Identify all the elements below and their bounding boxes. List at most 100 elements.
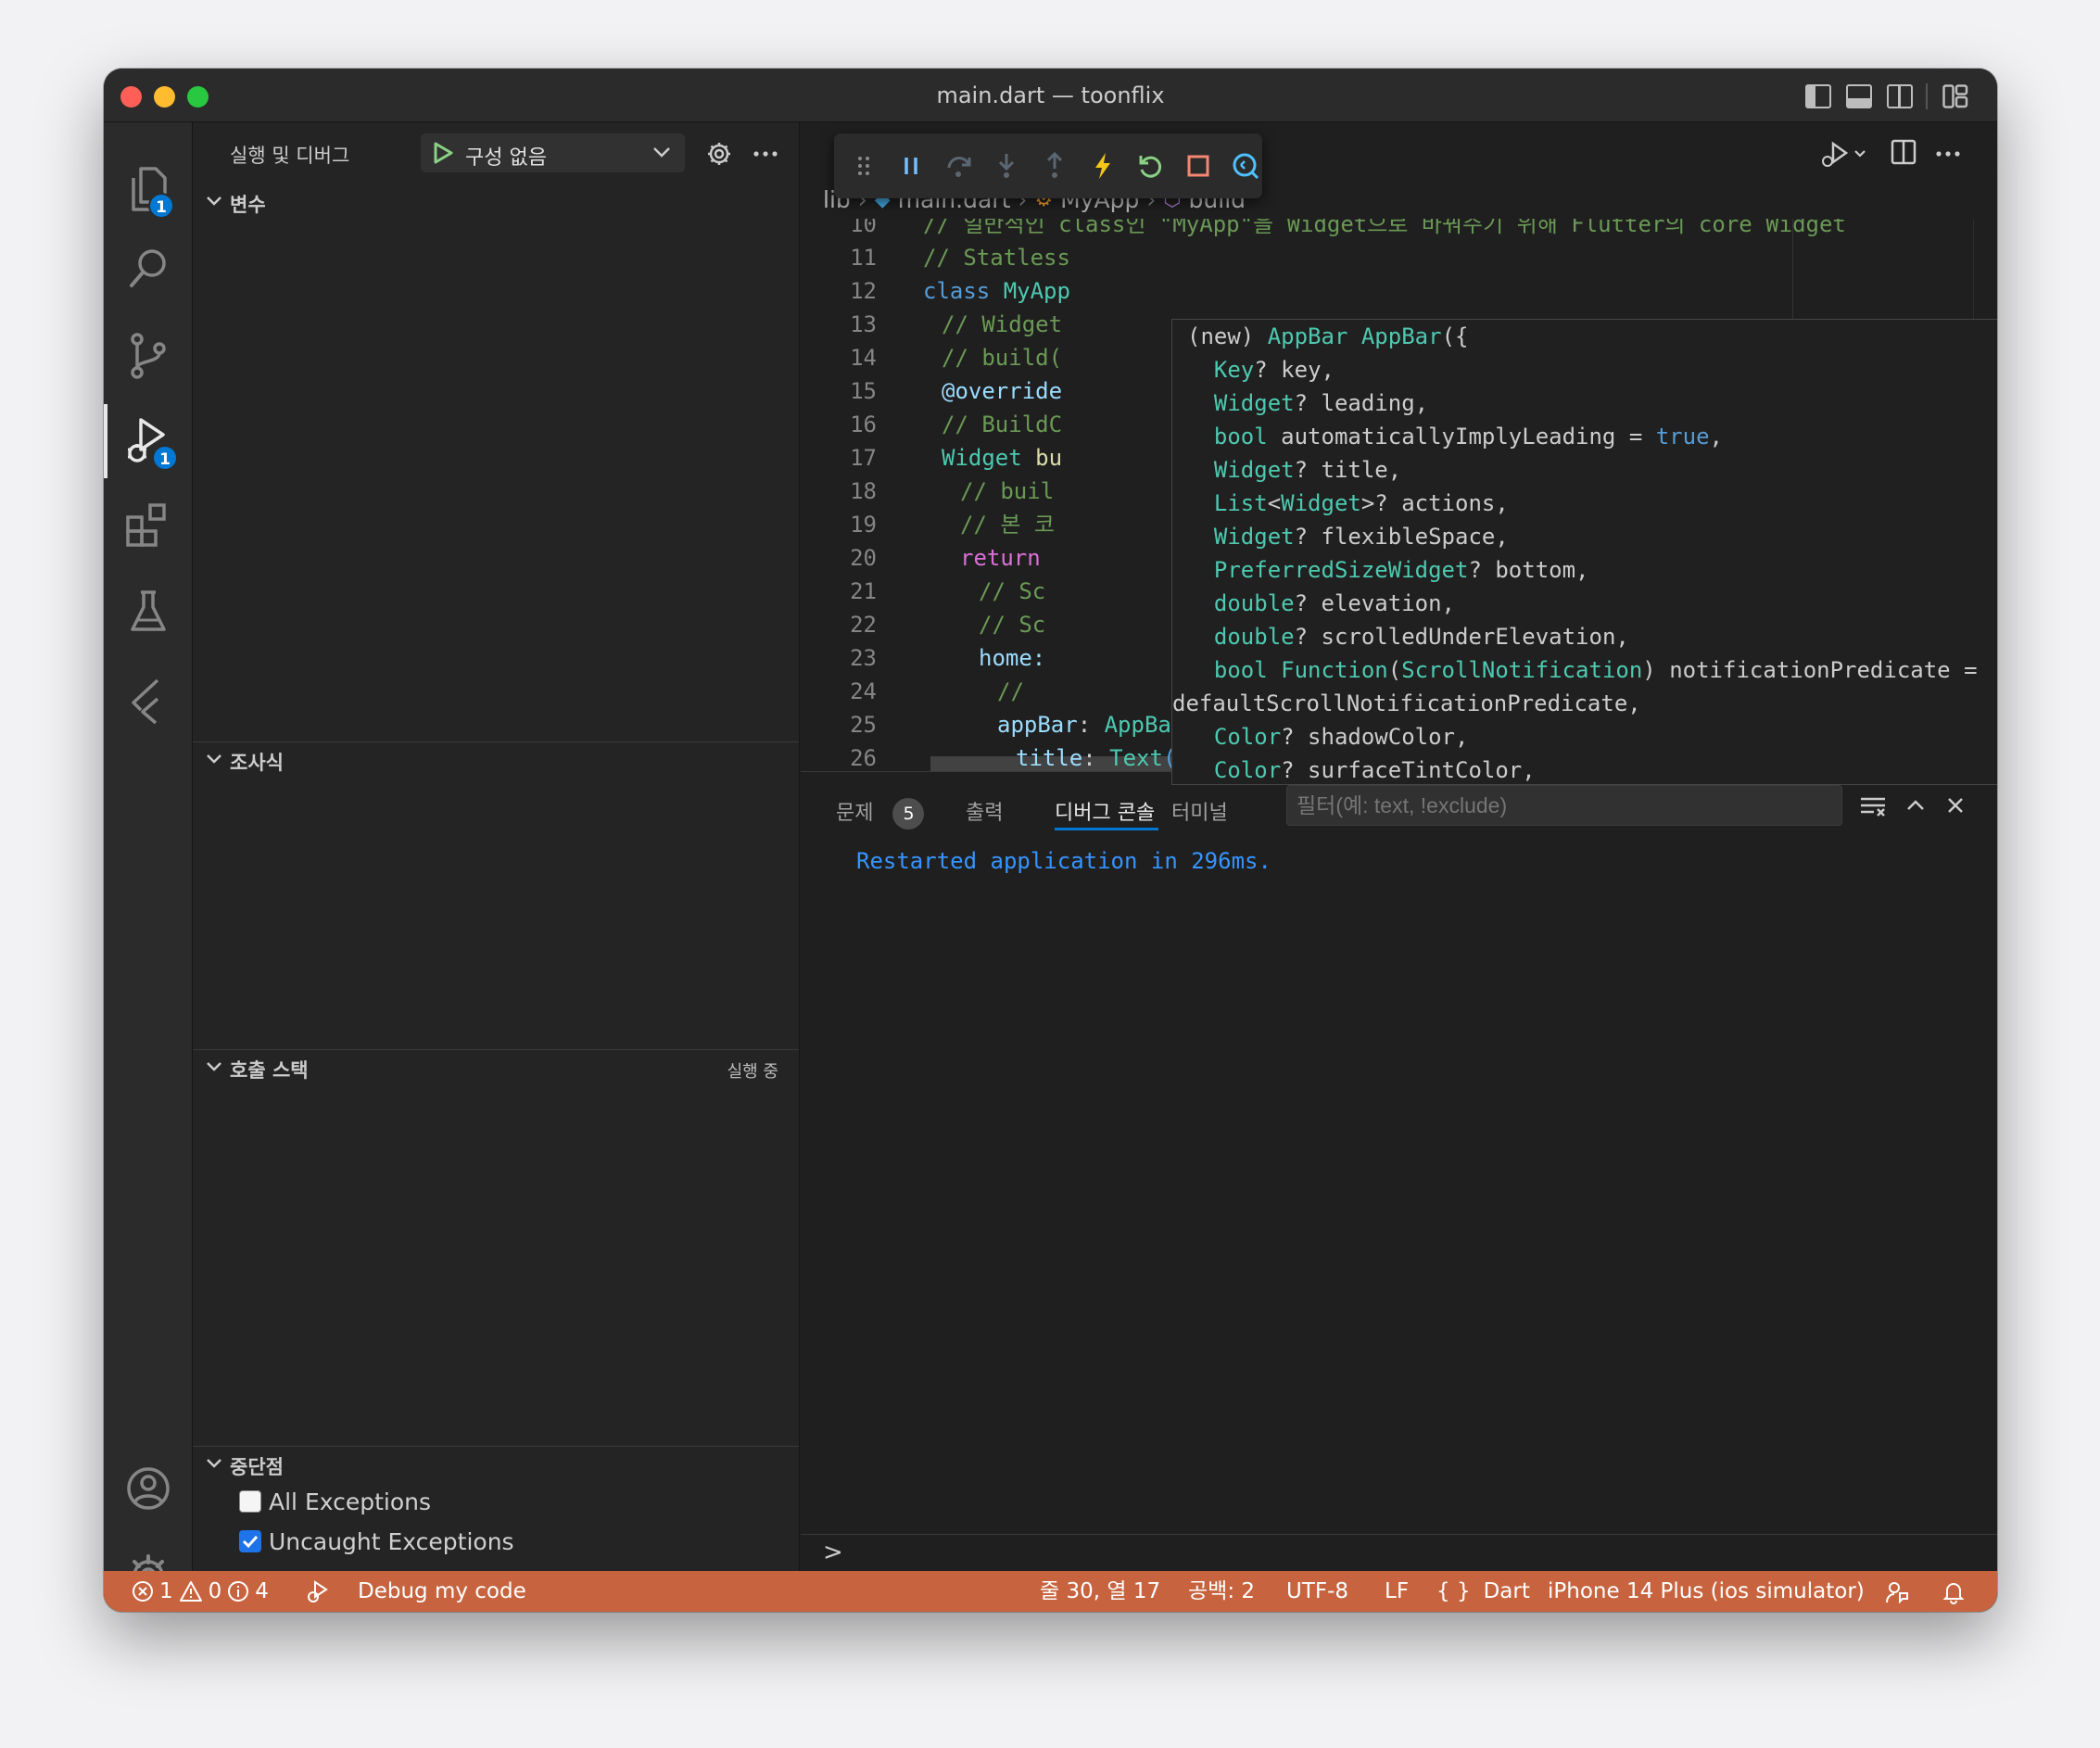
toggle-panel-icon[interactable]	[1846, 84, 1872, 108]
code-line[interactable]: @override	[942, 374, 1062, 408]
line-number: 22	[850, 612, 877, 638]
step-into-button[interactable]	[991, 149, 1024, 183]
tab-output[interactable]: 출력	[966, 796, 1003, 826]
warning-icon	[179, 1581, 202, 1602]
code-line[interactable]: // BuildC	[942, 408, 1062, 441]
extensions-activity[interactable]	[104, 488, 193, 562]
code-line[interactable]: //	[997, 675, 1024, 708]
bell-icon[interactable]	[1942, 1580, 1965, 1604]
code-line[interactable]: // 일반적인 class인 "MyApp"을 Widget으로 바꿔주기 위해…	[923, 219, 1846, 241]
step-out-button[interactable]	[1038, 149, 1071, 183]
stop-icon	[1187, 155, 1209, 177]
hover-line: PreferredSizeWidget? bottom,	[1213, 557, 1589, 583]
code-line[interactable]: // Statless	[923, 241, 1070, 274]
hover-line: bool automaticallyImplyLeading = true,	[1213, 424, 1723, 450]
maximize-panel-icon[interactable]	[1905, 798, 1926, 813]
toggle-secondary-sidebar-icon[interactable]	[1887, 84, 1913, 108]
problems-count-badge: 5	[892, 798, 925, 830]
indentation-status[interactable]: 공백: 2	[1188, 1571, 1255, 1612]
explorer-badge: 1	[148, 193, 174, 219]
search-icon	[130, 249, 166, 287]
variables-title: 변수	[230, 194, 266, 216]
encoding-status[interactable]: UTF-8	[1286, 1571, 1348, 1612]
step-over-button[interactable]	[942, 149, 976, 183]
code-line[interactable]: // 본 코	[960, 508, 1055, 541]
split-editor-icon[interactable]	[1891, 139, 1917, 165]
run-debug-split-icon[interactable]	[1818, 141, 1870, 169]
gear-icon[interactable]	[706, 141, 732, 167]
account-icon	[127, 1467, 170, 1510]
tab-debug-console[interactable]: 디버그 콘솔	[1055, 796, 1155, 826]
cursor-position[interactable]: 줄 30, 열 17	[1040, 1571, 1160, 1612]
filter-input[interactable]	[1286, 785, 1842, 826]
feedback-icon[interactable]	[1885, 1580, 1909, 1604]
code-line[interactable]: // Sc	[979, 608, 1045, 641]
info-icon	[228, 1581, 249, 1602]
breakpoint-uncaught-exceptions[interactable]: Uncaught Exceptions	[239, 1525, 514, 1558]
more-actions-icon[interactable]	[753, 150, 778, 158]
eol-status[interactable]: LF	[1385, 1571, 1409, 1612]
chevron-down-icon	[207, 1062, 221, 1071]
hover-line: Widget? title,	[1213, 457, 1402, 483]
hover-line: Color? surfaceTintColor,	[1213, 757, 1536, 783]
chevron-down-icon	[653, 147, 670, 158]
debug-status[interactable]: Debug my code	[306, 1571, 526, 1612]
code-line[interactable]: // Widget	[942, 308, 1062, 341]
line-number: 20	[850, 545, 877, 571]
variables-section-header[interactable]: 변수	[193, 184, 799, 221]
stop-button[interactable]	[1182, 149, 1215, 183]
device-status[interactable]: iPhone 14 Plus (ios simulator)	[1548, 1571, 1865, 1612]
search-activity[interactable]	[104, 232, 193, 306]
restart-button[interactable]	[1133, 149, 1167, 183]
flutter-activity[interactable]	[104, 664, 193, 738]
code-line[interactable]: // buil	[960, 475, 1054, 508]
testing-activity[interactable]	[104, 575, 193, 649]
launch-config-dropdown[interactable]: 구성 없음	[421, 133, 685, 172]
step-over-icon	[947, 157, 971, 177]
flutter-icon	[132, 678, 159, 725]
breakpoint-checkbox[interactable]	[239, 1530, 261, 1552]
close-panel-icon[interactable]	[1946, 796, 1965, 815]
clear-console-icon[interactable]	[1859, 796, 1887, 817]
hover-line: double? elevation,	[1213, 590, 1455, 616]
code-line[interactable]: return	[960, 541, 1041, 575]
watch-section-header[interactable]: 조사식	[193, 741, 799, 779]
tab-problems[interactable]: 문제 5	[836, 796, 925, 830]
explorer-activity[interactable]: 1	[104, 152, 193, 226]
console-input[interactable]: >	[801, 1534, 1997, 1571]
breakpoint-checkbox[interactable]	[239, 1490, 261, 1513]
accounts-activity[interactable]	[104, 1451, 193, 1526]
line-number: 17	[850, 445, 877, 471]
code-line[interactable]: // build(	[942, 341, 1062, 374]
source-control-activity[interactable]	[104, 319, 193, 393]
devtools-button[interactable]	[1230, 149, 1263, 183]
toggle-primary-sidebar-icon[interactable]	[1805, 84, 1831, 108]
code-line[interactable]: // Sc	[979, 575, 1045, 608]
language-status[interactable]: { } Dart	[1436, 1571, 1530, 1612]
title-bar: main.dart — toonflix	[104, 69, 1997, 122]
code-line[interactable]: Widget bu	[942, 441, 1062, 475]
problems-status[interactable]: 1 0 4	[132, 1571, 269, 1612]
code-line[interactable]: home:	[979, 641, 1045, 675]
code-line[interactable]: class MyApp	[923, 274, 1070, 308]
error-icon	[133, 1581, 153, 1602]
warning-count: 0	[208, 1579, 222, 1603]
debug-config-name: Debug my code	[358, 1579, 526, 1603]
pause-button[interactable]	[895, 149, 929, 183]
drag-handle-icon[interactable]	[847, 149, 880, 183]
more-actions-icon[interactable]	[1935, 150, 1961, 158]
run-debug-activity[interactable]: 1	[104, 404, 193, 478]
hover-line: Widget? flexibleSpace,	[1213, 524, 1509, 550]
breakpoint-all-exceptions[interactable]: All Exceptions	[239, 1485, 431, 1518]
code-line[interactable]: appBar: AppBar(	[997, 708, 1198, 741]
hover-line: Key? key,	[1213, 357, 1335, 383]
customize-layout-icon[interactable]	[1942, 84, 1968, 108]
start-debugging-icon[interactable]	[432, 141, 454, 165]
hot-reload-button[interactable]	[1086, 149, 1120, 183]
tab-terminal[interactable]: 터미널	[1171, 796, 1228, 826]
line-number: 11	[850, 245, 877, 271]
run-debug-sidebar: 실행 및 디버그 구성 없음 변수 조사식 호출 스택 실행 중 중단점 All…	[193, 122, 800, 1571]
line-number: 12	[850, 278, 877, 304]
callstack-section-header[interactable]: 호출 스택 실행 중	[193, 1049, 799, 1086]
breakpoints-section-header[interactable]: 중단점	[193, 1446, 799, 1483]
